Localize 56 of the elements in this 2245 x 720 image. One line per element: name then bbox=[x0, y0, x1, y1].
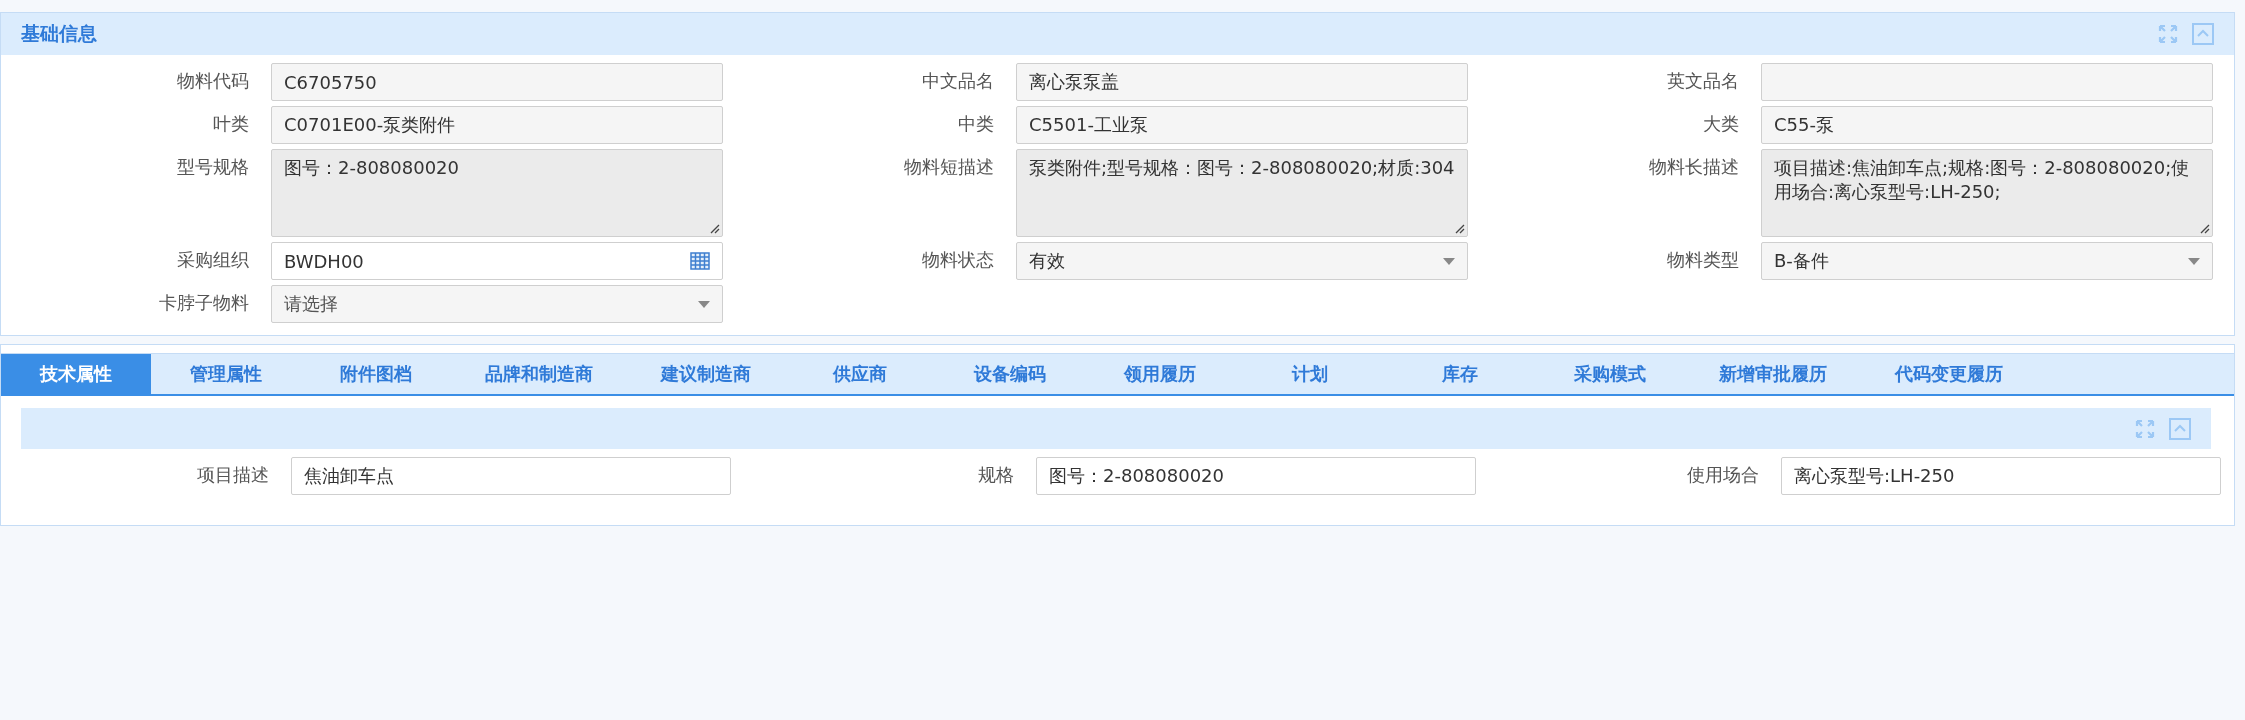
field-label: 物料长描述 bbox=[1648, 155, 1740, 179]
field-label: 中文品名 bbox=[921, 69, 995, 93]
caret-icon bbox=[1443, 257, 1455, 265]
field-label: 物料状态 bbox=[921, 248, 995, 272]
text-field[interactable]: C55-泵 bbox=[1761, 106, 2213, 144]
tab[interactable]: 采购模式 bbox=[1535, 354, 1685, 394]
text-field[interactable]: 焦油卸车点 bbox=[291, 457, 731, 495]
text-field[interactable]: 图号：2-808080020 bbox=[1036, 457, 1476, 495]
expand-icon[interactable] bbox=[2158, 24, 2178, 44]
select-field[interactable]: 有效 bbox=[1016, 242, 1468, 280]
text-field[interactable]: C6705750 bbox=[271, 63, 723, 101]
field-label: 卡脖子物料 bbox=[158, 291, 250, 315]
textarea-field[interactable]: 图号：2-808080020 bbox=[271, 149, 723, 237]
calendar-icon[interactable] bbox=[690, 252, 710, 270]
tab[interactable]: 品牌和制造商 bbox=[451, 354, 627, 394]
tab[interactable]: 计划 bbox=[1235, 354, 1385, 394]
caret-icon bbox=[698, 300, 710, 308]
tab[interactable]: 代码变更履历 bbox=[1861, 354, 2037, 394]
field-label: 叶类 bbox=[212, 112, 250, 136]
text-field[interactable]: 离心泵型号:LH-250 bbox=[1781, 457, 2221, 495]
field-label: 物料类型 bbox=[1666, 248, 1740, 272]
textarea-field[interactable]: 项目描述:焦油卸车点;规格:图号：2-808080020;使用场合:离心泵型号:LH-250; bbox=[1761, 149, 2213, 237]
resize-handle-icon[interactable] bbox=[1455, 224, 1465, 234]
field-label: 大类 bbox=[1702, 112, 1740, 136]
picker-field[interactable]: BWDH00 bbox=[271, 242, 723, 280]
tab[interactable]: 设备编码 bbox=[935, 354, 1085, 394]
panel-title: 基础信息 bbox=[21, 21, 97, 46]
text-field[interactable]: C0701E00-泵类附件 bbox=[271, 106, 723, 144]
textarea-field[interactable]: 泵类附件;型号规格：图号：2-808080020;材质:304 bbox=[1016, 149, 1468, 237]
field-label: 使用场合 bbox=[1686, 463, 1760, 487]
field-label: 物料代码 bbox=[176, 69, 250, 93]
field-label: 规格 bbox=[977, 463, 1015, 487]
resize-handle-icon[interactable] bbox=[710, 224, 720, 234]
field-label: 项目描述 bbox=[196, 463, 270, 487]
collapse-icon[interactable] bbox=[2169, 417, 2191, 440]
field-label: 英文品名 bbox=[1666, 69, 1740, 93]
tab[interactable]: 管理属性 bbox=[151, 354, 301, 394]
resize-handle-icon[interactable] bbox=[2200, 224, 2210, 234]
tab[interactable]: 新增审批履历 bbox=[1685, 354, 1861, 394]
text-field[interactable]: 离心泵泵盖 bbox=[1016, 63, 1468, 101]
field-label: 采购组织 bbox=[176, 248, 250, 272]
tab[interactable]: 建议制造商 bbox=[627, 354, 785, 394]
field-label: 物料短描述 bbox=[903, 155, 995, 179]
text-field[interactable] bbox=[1761, 63, 2213, 101]
select-field[interactable]: B-备件 bbox=[1761, 242, 2213, 280]
text-field[interactable]: C5501-工业泵 bbox=[1016, 106, 1468, 144]
tab[interactable]: 附件图档 bbox=[301, 354, 451, 394]
tab[interactable]: 领用履历 bbox=[1085, 354, 1235, 394]
tab[interactable]: 供应商 bbox=[785, 354, 935, 394]
collapse-icon[interactable] bbox=[2192, 23, 2214, 45]
select-field[interactable]: 请选择 bbox=[271, 285, 723, 323]
field-label: 中类 bbox=[957, 112, 995, 136]
tab[interactable]: 库存 bbox=[1385, 354, 1535, 394]
field-label: 型号规格 bbox=[176, 155, 250, 179]
expand-icon[interactable] bbox=[2135, 418, 2155, 439]
caret-icon bbox=[2188, 257, 2200, 265]
